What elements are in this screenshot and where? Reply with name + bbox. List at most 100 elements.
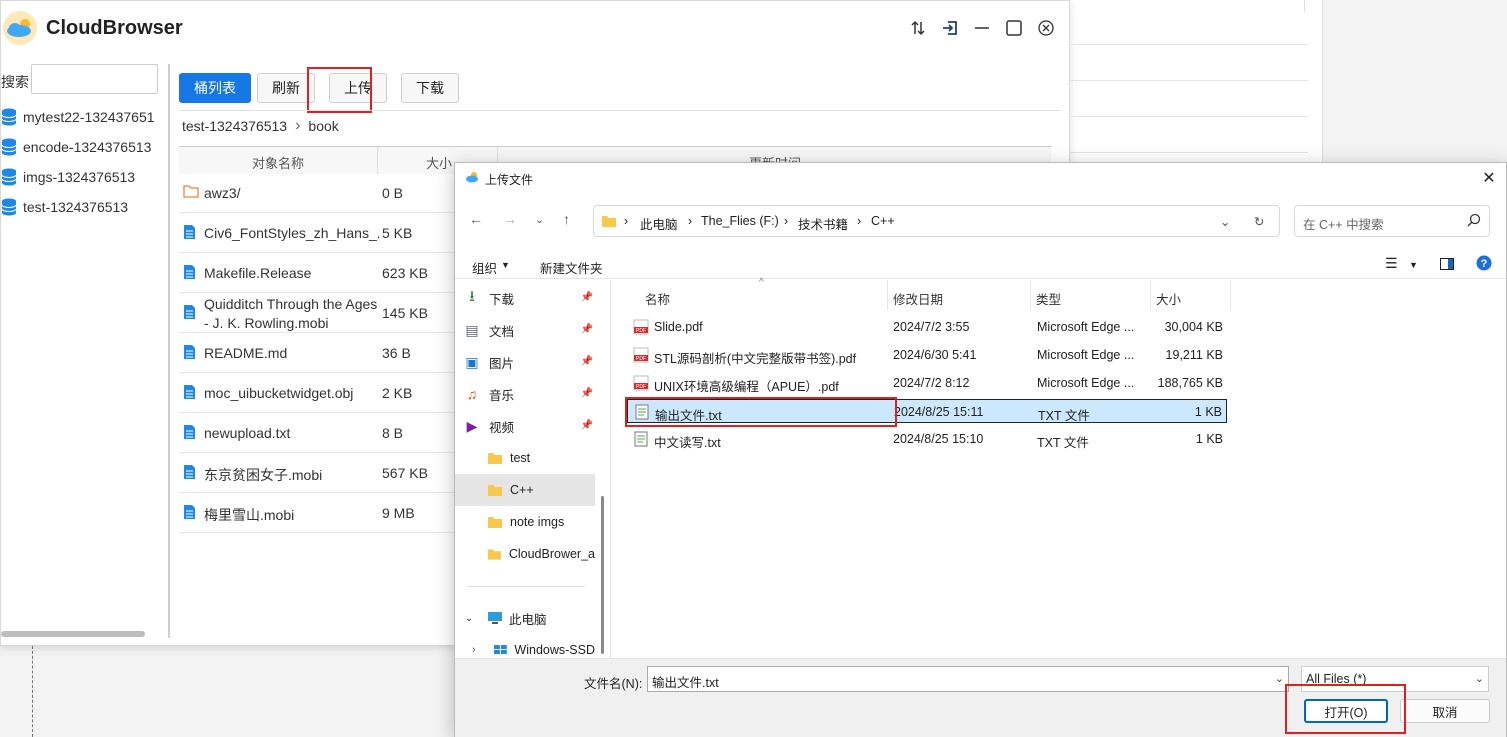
sidebar-item-bucket[interactable]: mytest22-132437651 [1,105,155,129]
dropdown-arrow-icon[interactable]: ▼ [1409,260,1418,270]
database-icon [1,138,17,156]
nav-item-music[interactable]: ♫ 音乐 📌 [455,378,595,410]
file-row[interactable]: 中文读写.txt 2024/8/25 15:10 TXT 文件 1 KB [627,427,1227,451]
column-header-name[interactable]: 名称 [645,289,670,308]
nav-item-cloudbrower[interactable]: CloudBrower_a [455,538,595,570]
cloud-logo-icon [3,11,37,45]
dialog-footer: 文件名(N): 输出文件.txt ⌄ All Files (*) ⌄ 打开(O)… [455,658,1506,737]
chevron-right-icon: › [295,117,301,134]
column-header-type[interactable]: 类型 [1036,289,1061,308]
file-row[interactable]: PDF STL源码剖析(中文完整版带书签).pdf 2024/6/30 5:41… [627,343,1227,367]
database-icon [1,168,17,186]
nav-item-pictures[interactable]: ▣ 图片 📌 [455,346,595,378]
sidebar-item-bucket[interactable]: test-1324376513 [1,195,128,219]
document-icon: ▤ [465,321,479,338]
nav-item-test[interactable]: test [455,442,595,474]
address-segment[interactable]: The_Flies (F:) [701,214,779,228]
file-date: 2024/7/2 8:12 [893,376,970,390]
close-icon[interactable]: ✕ [1478,167,1500,189]
forward-arrow-icon[interactable]: → [503,211,517,227]
vertical-scrollbar[interactable] [601,496,604,654]
object-name: newupload.txt [204,425,291,441]
object-size: 2 KB [382,385,413,401]
object-size: 36 B [382,345,411,361]
breadcrumb-item[interactable]: test-1324376513 [182,118,287,134]
object-size: 8 B [382,425,404,441]
nav-item-this-pc[interactable]: ⌄ 此电脑 [455,602,595,634]
navigation-bar: ← → ⌄ ↑ › 此电脑 › The_Flies (F:) › 技术书籍 › … [455,201,1506,241]
filename-input[interactable]: 输出文件.txt ⌄ [647,666,1289,692]
nav-item-videos[interactable]: ▶ 视频 📌 [455,410,595,442]
pin-icon: 📌 [580,356,593,367]
sidebar-item-bucket[interactable]: imgs-1324376513 [1,165,135,189]
folder-icon [488,516,502,528]
view-menu-icon[interactable]: ☰ [1385,255,1398,272]
file-type: Microsoft Edge ... [1037,320,1135,334]
column-header[interactable]: 对象名称 [252,153,304,172]
address-segment[interactable]: C++ [871,214,895,228]
object-size: 5 KB [382,225,413,241]
chevron-down-icon[interactable]: ⌄ [1220,214,1230,229]
sort-icon[interactable] [907,17,929,39]
organize-button[interactable]: 组织 [472,258,497,277]
navigation-pane: ⭳ 下载 📌 ▤ 文档 📌 ▣ 图片 📌 ♫ 音乐 📌 ▶ 视频 📌 test [455,280,610,658]
highlight-box [1285,684,1406,734]
chevron-down-icon[interactable]: ⌄ [455,613,483,624]
file-icon [184,505,195,519]
column-header-date[interactable]: 修改日期 [893,289,943,308]
refresh-icon[interactable]: ↻ [1254,214,1264,229]
titlebar: CloudBrowser [1,1,1069,55]
download-button[interactable]: 下载 [401,73,459,103]
file-row[interactable]: PDF UNIX环境高级编程（APUE）.pdf 2024/7/2 8:12 M… [627,371,1227,395]
splitter[interactable] [168,64,170,638]
column-header-size[interactable]: 大小 [1156,289,1181,308]
help-icon[interactable]: ? [1476,255,1492,274]
command-bar: 组织 ▼ 新建文件夹 ☰ ▼ ? [455,249,1506,279]
file-name: STL源码剖析(中文完整版带书签).pdf [654,352,857,366]
nav-item-documents[interactable]: ▤ 文档 📌 [455,314,595,346]
folder-icon [488,452,502,464]
database-icon [1,108,17,126]
nav-item-cpp[interactable]: C++ [455,474,595,506]
bucket-list-button[interactable]: 桶列表 [179,73,251,103]
object-name: 梅里雪山.mobi [204,507,295,523]
chevron-right-icon[interactable]: › [455,644,493,656]
object-name: awz3/ [204,185,241,201]
file-name: Slide.pdf [654,320,703,334]
upload-file-dialog: 上传文件 ✕ ← → ⌄ ↑ › 此电脑 › The_Flies (F:) › … [454,162,1507,737]
nav-label: 图片 [489,356,515,371]
new-folder-button[interactable]: 新建文件夹 [540,258,603,277]
close-icon[interactable] [1035,17,1057,39]
breadcrumb-item[interactable]: book [308,118,338,134]
highlight-box [307,67,372,113]
nav-item-downloads[interactable]: ⭳ 下载 📌 [455,282,595,314]
address-segment[interactable]: 此电脑 [640,214,678,233]
object-name: moc_uibucketwidget.obj [204,385,354,401]
up-arrow-icon[interactable]: ↑ [563,211,570,227]
nav-item-note-imgs[interactable]: note imgs [455,506,595,538]
back-arrow-icon[interactable]: ← [469,211,483,227]
nav-item-windows-ssd[interactable]: › Windows-SSD [455,634,595,658]
maximize-icon[interactable] [1003,17,1025,39]
svg-text:PDF: PDF [636,328,646,334]
chevron-down-icon[interactable]: ⌄ [535,213,544,226]
search-input[interactable] [31,64,158,94]
sidebar-item-bucket[interactable]: encode-1324376513 [1,135,151,159]
folder-icon [183,185,199,198]
search-input[interactable]: 在 C++ 中搜索 [1294,205,1490,237]
file-row[interactable]: PDF Slide.pdf 2024/7/2 3:55 Microsoft Ed… [627,315,1227,339]
address-bar[interactable]: › 此电脑 › The_Flies (F:) › 技术书籍 › C++ ⌄ ↻ [593,205,1280,237]
address-segment[interactable]: 技术书籍 [798,214,848,233]
minimize-icon[interactable] [971,17,993,39]
file-size: 30,004 KB [1164,320,1223,334]
filename-value: 输出文件.txt [652,676,719,690]
horizontal-scrollbar[interactable] [1,631,145,637]
login-icon[interactable] [939,17,961,39]
chevron-right-icon: › [857,214,862,228]
chevron-down-icon[interactable]: ⌄ [1275,672,1284,685]
column-header[interactable]: 大小 [426,153,452,172]
preview-pane-icon[interactable] [1440,258,1454,273]
file-size: 1 KB [1195,432,1223,446]
cancel-button[interactable]: 取消 [1400,699,1490,723]
picture-icon: ▣ [465,353,479,370]
